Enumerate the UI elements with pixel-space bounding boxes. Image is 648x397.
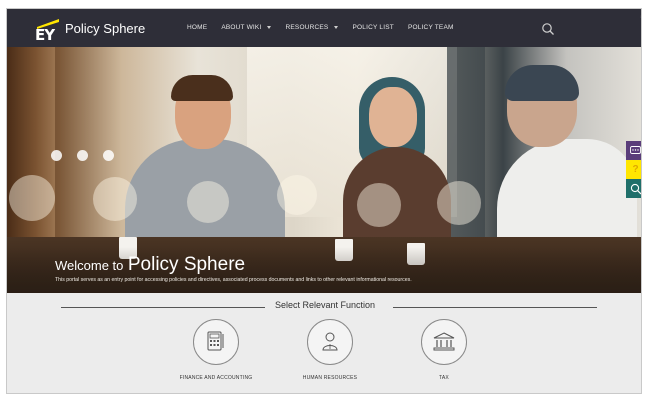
function-label: FINANCE AND ACCOUNTING [179, 375, 253, 381]
main-nav: HOME ABOUT WIKI RESOURCES POLICY LIST PO… [187, 24, 468, 31]
hero-person-3-hair [505, 65, 579, 101]
ey-logo-text: EY [35, 26, 55, 44]
hero-person-2-head [369, 87, 417, 147]
welcome-brand: Policy Sphere [127, 254, 246, 275]
function-finance-and-accounting[interactable]: FINANCE AND ACCOUNTING [171, 319, 261, 381]
carousel-dot[interactable] [103, 150, 114, 161]
welcome-heading: Welcome to Policy Sphere [55, 254, 245, 276]
divider [393, 307, 597, 308]
chat-button[interactable] [626, 141, 641, 160]
hero-bokeh [357, 183, 401, 227]
nav-item-home[interactable]: HOME [187, 24, 207, 31]
side-search-button[interactable] [626, 179, 641, 198]
function-human-resources[interactable]: HUMAN RESOURCES [285, 319, 375, 381]
function-tax[interactable]: TAX [399, 319, 489, 381]
function-icon-circle[interactable] [421, 319, 467, 365]
function-section-title: Select Relevant Function [274, 300, 376, 310]
chat-icon [630, 146, 641, 154]
function-section: Select Relevant Function FINANCE AND ACC… [7, 293, 641, 393]
search-icon[interactable] [541, 22, 555, 36]
building-icon [433, 332, 455, 351]
calculator-icon [207, 331, 224, 351]
brand-name[interactable]: Policy Sphere [65, 21, 145, 36]
function-label: TAX [439, 375, 449, 381]
page-frame: EY Policy Sphere HOME ABOUT WIKI RESOURC… [6, 8, 642, 394]
help-icon: ? [632, 164, 639, 175]
top-navigation-bar: EY Policy Sphere HOME ABOUT WIKI RESOURC… [7, 9, 641, 47]
hero-bokeh [277, 175, 317, 215]
carousel-dot[interactable] [51, 150, 62, 161]
chevron-down-icon [267, 26, 272, 29]
side-toolbar: ? [626, 141, 641, 198]
hero-pillar [447, 47, 485, 267]
person-icon [322, 332, 338, 351]
function-label: HUMAN RESOURCES [302, 375, 358, 381]
welcome-description: This portal serves as an entry point for… [55, 277, 412, 283]
help-button[interactable]: ? [626, 160, 641, 179]
search-icon [630, 183, 641, 194]
nav-item-policy-team[interactable]: POLICY TEAM [408, 24, 454, 31]
hero-bokeh [93, 177, 137, 221]
gear-icon[interactable]: ⚙ [640, 12, 641, 23]
function-icon-circle[interactable] [193, 319, 239, 365]
hero-bokeh [187, 181, 229, 223]
hero-bokeh [437, 181, 481, 225]
hero-bokeh [9, 175, 55, 221]
hero-person-1-hair [171, 75, 233, 101]
carousel-dot[interactable] [77, 150, 88, 161]
nav-item-about-wiki[interactable]: ABOUT WIKI [221, 24, 272, 31]
chevron-down-icon [334, 26, 339, 29]
welcome-prefix: Welcome to [55, 258, 124, 273]
hero-banner: Welcome to Policy Sphere This portal ser… [7, 47, 641, 293]
function-icon-circle[interactable] [307, 319, 353, 365]
nav-item-policy-list[interactable]: POLICY LIST [352, 24, 393, 31]
nav-item-resources[interactable]: RESOURCES [285, 24, 339, 31]
